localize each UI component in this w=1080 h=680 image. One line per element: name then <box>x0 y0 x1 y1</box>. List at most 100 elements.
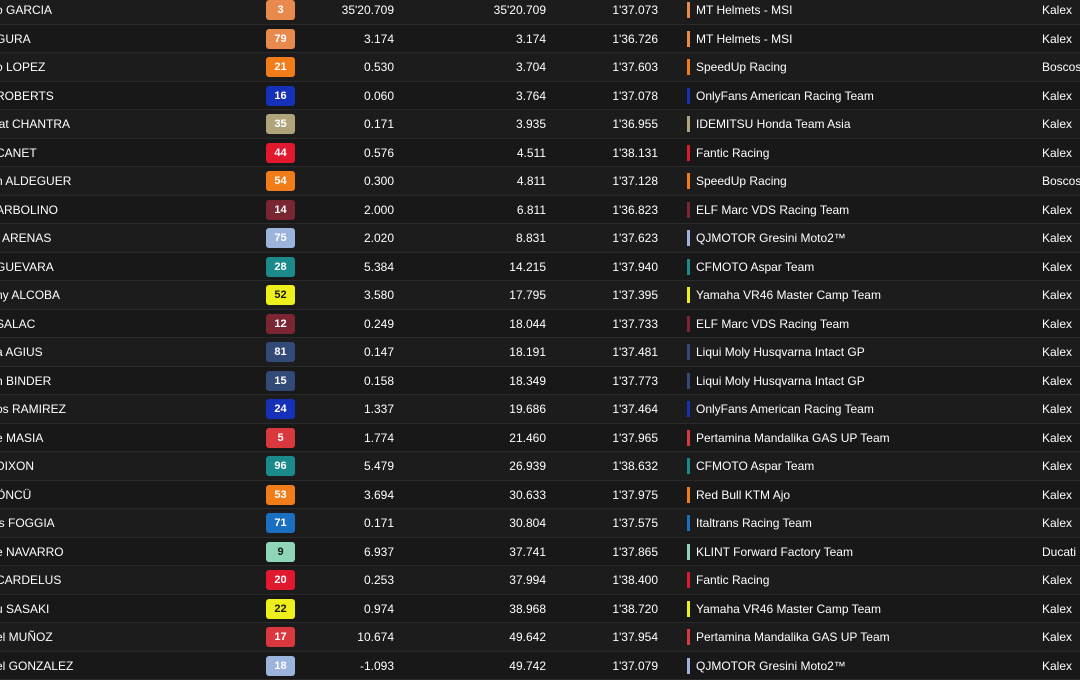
rider-name: SALAC <box>0 310 246 338</box>
gap-to-leader: 0.249 <box>320 310 394 338</box>
table-row[interactable]: is FOGGIA710.17130.8041'37.575Italtrans … <box>0 509 1080 538</box>
rider-name: a AGIUS <box>0 338 246 366</box>
table-row[interactable]: DIXON965.47926.9391'38.632CFMOTO Aspar T… <box>0 452 1080 481</box>
gap-to-previous: 14.215 <box>470 253 546 281</box>
gap-to-leader: 3.694 <box>320 481 394 509</box>
bike-manufacturer: Kalex <box>1042 82 1072 110</box>
rider-number-badge: 22 <box>266 599 295 619</box>
gap-to-previous: 49.742 <box>470 652 546 680</box>
gap-to-leader: 0.576 <box>320 139 394 167</box>
team-name: Liqui Moly Husqvarna Intact GP <box>696 367 865 395</box>
gap-to-previous: 37.741 <box>470 538 546 566</box>
table-row[interactable]: el GONZALEZ18-1.09349.7421'37.079QJMOTOR… <box>0 652 1080 680</box>
bike-manufacturer: Kalex <box>1042 139 1072 167</box>
table-row[interactable]: u SASAKI220.97438.9681'38.720Yamaha VR46… <box>0 595 1080 624</box>
gap-to-leader: 0.300 <box>320 167 394 195</box>
team-color-bar <box>687 88 690 104</box>
best-lap-time: 1'37.395 <box>590 281 658 309</box>
table-row[interactable]: t ARENAS752.0208.8311'37.623QJMOTOR Gres… <box>0 224 1080 253</box>
gap-to-previous: 3.764 <box>470 82 546 110</box>
table-row[interactable]: o LOPEZ210.5303.7041'37.603SpeedUp Racin… <box>0 53 1080 82</box>
gap-to-previous: 49.642 <box>470 623 546 651</box>
rider-number-badge: 75 <box>266 228 295 248</box>
team-name: Yamaha VR46 Master Camp Team <box>696 281 881 309</box>
table-row[interactable]: os RAMIREZ241.33719.6861'37.464OnlyFans … <box>0 395 1080 424</box>
gap-to-previous: 18.191 <box>470 338 546 366</box>
team-color-bar <box>687 601 690 617</box>
team-color-bar <box>687 173 690 189</box>
best-lap-time: 1'37.078 <box>590 82 658 110</box>
bike-manufacturer: Kalex <box>1042 196 1072 224</box>
best-lap-time: 1'37.975 <box>590 481 658 509</box>
team-color-bar <box>687 145 690 161</box>
bike-manufacturer: Kalex <box>1042 424 1072 452</box>
best-lap-time: 1'38.720 <box>590 595 658 623</box>
gap-to-leader: 5.384 <box>320 253 394 281</box>
team-color-bar <box>687 31 690 47</box>
bike-manufacturer: Kalex <box>1042 595 1072 623</box>
team-name: Liqui Moly Husqvarna Intact GP <box>696 338 865 366</box>
gap-to-previous: 37.994 <box>470 566 546 594</box>
best-lap-time: 1'37.865 <box>590 538 658 566</box>
team-name: QJMOTOR Gresini Moto2™ <box>696 652 846 680</box>
team-name: OnlyFans American Racing Team <box>696 82 874 110</box>
best-lap-time: 1'37.079 <box>590 652 658 680</box>
gap-to-previous: 4.811 <box>470 167 546 195</box>
table-row[interactable]: ÖNCÜ533.69430.6331'37.975Red Bull KTM Aj… <box>0 481 1080 510</box>
rider-name: CARDELUS <box>0 566 246 594</box>
table-row[interactable]: SALAC120.24918.0441'37.733ELF Marc VDS R… <box>0 310 1080 339</box>
rider-number-badge: 3 <box>266 0 295 20</box>
table-row[interactable]: n ALDEGUER540.3004.8111'37.128SpeedUp Ra… <box>0 167 1080 196</box>
table-row[interactable]: GURA793.1743.1741'36.726MT Helmets - MSI… <box>0 25 1080 54</box>
rider-number-badge: 21 <box>266 57 295 77</box>
rider-name: t ARENAS <box>0 224 246 252</box>
table-row[interactable]: GUEVARA285.38414.2151'37.940CFMOTO Aspar… <box>0 253 1080 282</box>
rider-number-badge: 28 <box>266 257 295 277</box>
gap-to-leader: 5.479 <box>320 452 394 480</box>
table-row[interactable]: CARDELUS200.25337.9941'38.400Fantic Raci… <box>0 566 1080 595</box>
table-row[interactable]: ROBERTS160.0603.7641'37.078OnlyFans Amer… <box>0 82 1080 111</box>
rider-number-badge: 9 <box>266 542 295 562</box>
bike-manufacturer: Kalex <box>1042 395 1072 423</box>
team-color-bar <box>687 344 690 360</box>
best-lap-time: 1'37.623 <box>590 224 658 252</box>
best-lap-time: 1'37.940 <box>590 253 658 281</box>
table-row[interactable]: n BINDER150.15818.3491'37.773Liqui Moly … <box>0 367 1080 396</box>
table-row[interactable]: a AGIUS810.14718.1911'37.481Liqui Moly H… <box>0 338 1080 367</box>
bike-manufacturer: Kalex <box>1042 652 1072 680</box>
gap-to-leader: -1.093 <box>320 652 394 680</box>
gap-to-previous: 3.174 <box>470 25 546 53</box>
bike-manufacturer: Kalex <box>1042 566 1072 594</box>
team-name: SpeedUp Racing <box>696 53 787 81</box>
bike-manufacturer: Kalex <box>1042 310 1072 338</box>
bike-manufacturer: Kalex <box>1042 367 1072 395</box>
gap-to-previous: 8.831 <box>470 224 546 252</box>
team-name: Fantic Racing <box>696 566 769 594</box>
table-row[interactable]: e NAVARRO96.93737.7411'37.865KLINT Forwa… <box>0 538 1080 567</box>
team-name: OnlyFans American Racing Team <box>696 395 874 423</box>
team-color-bar <box>687 458 690 474</box>
gap-to-leader: 0.530 <box>320 53 394 81</box>
table-row[interactable]: o GARCIA335'20.70935'20.7091'37.073MT He… <box>0 0 1080 25</box>
gap-to-leader: 10.674 <box>320 623 394 651</box>
gap-to-previous: 18.349 <box>470 367 546 395</box>
table-row[interactable]: el MUÑOZ1710.67449.6421'37.954Pertamina … <box>0 623 1080 652</box>
rider-name: DIXON <box>0 452 246 480</box>
rider-number-badge: 16 <box>266 86 295 106</box>
team-name: CFMOTO Aspar Team <box>696 253 814 281</box>
gap-to-previous: 18.044 <box>470 310 546 338</box>
table-row[interactable]: iat CHANTRA350.1713.9351'36.955IDEMITSU … <box>0 110 1080 139</box>
table-row[interactable]: e MASIA51.77421.4601'37.965Pertamina Man… <box>0 424 1080 453</box>
gap-to-leader: 0.147 <box>320 338 394 366</box>
team-color-bar <box>687 316 690 332</box>
team-name: MT Helmets - MSI <box>696 25 792 53</box>
team-name: ELF Marc VDS Racing Team <box>696 196 849 224</box>
team-name: Fantic Racing <box>696 139 769 167</box>
best-lap-time: 1'37.733 <box>590 310 658 338</box>
team-color-bar <box>687 629 690 645</box>
table-row[interactable]: ny ALCOBA523.58017.7951'37.395Yamaha VR4… <box>0 281 1080 310</box>
table-row[interactable]: ARBOLINO142.0006.8111'36.823ELF Marc VDS… <box>0 196 1080 225</box>
table-row[interactable]: CANET440.5764.5111'38.131Fantic RacingKa… <box>0 139 1080 168</box>
best-lap-time: 1'37.073 <box>590 0 658 24</box>
best-lap-time: 1'36.955 <box>590 110 658 138</box>
